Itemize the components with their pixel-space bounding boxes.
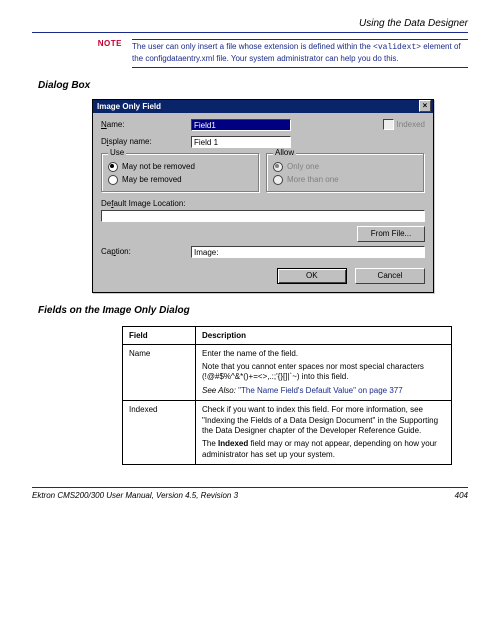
default-image-label: Default Image Location: <box>101 199 425 208</box>
section-dialog-box: Dialog Box <box>38 80 468 91</box>
name-input[interactable]: Field1 <box>191 119 291 131</box>
image-only-field-dialog: Image Only Field × Name: Field1 Indexed … <box>92 99 434 293</box>
caption-label: Caption: <box>101 247 191 256</box>
fields-table: Field Description Name Enter the name of… <box>122 326 452 466</box>
page-header: Using the Data Designer <box>32 18 468 29</box>
default-image-input[interactable] <box>101 210 425 222</box>
indexed-label: Indexed <box>397 120 425 129</box>
table-row: Name Enter the name of the field. Note t… <box>123 344 452 401</box>
allow-opt-more[interactable]: More than one <box>273 175 418 185</box>
caption-input[interactable]: Image: <box>191 246 425 258</box>
note-text: The user can only insert a file whose ex… <box>132 39 468 68</box>
allow-opt-only-one[interactable]: Only one <box>273 162 418 172</box>
name-label: Name: <box>101 120 191 129</box>
allow-legend: Allow <box>273 148 296 157</box>
indexed-checkbox[interactable] <box>383 119 394 130</box>
note-code: <validext> <box>373 43 421 52</box>
from-file-button[interactable]: From File... <box>357 226 425 242</box>
close-icon[interactable]: × <box>419 100 431 112</box>
use-group: Use May not be removed May be removed <box>101 153 260 193</box>
note-label: NOTE <box>32 39 132 48</box>
th-description: Description <box>196 326 452 344</box>
dialog-titlebar[interactable]: Image Only Field × <box>93 100 433 113</box>
cell-desc-name: Enter the name of the field. Note that y… <box>196 344 452 401</box>
allow-group: Allow Only one More than one <box>266 153 425 193</box>
see-also-link[interactable]: "The Name Field's Default Value" on page… <box>238 386 403 395</box>
cell-desc-indexed: Check if you want to index this field. F… <box>196 401 452 465</box>
note-text-before: The user can only insert a file whose ex… <box>132 42 373 51</box>
header-rule <box>32 32 468 33</box>
display-name-input[interactable]: Field 1 <box>191 136 291 148</box>
table-row: Indexed Check if you want to index this … <box>123 401 452 465</box>
footer-rule <box>32 487 468 488</box>
display-name-label: Display name: <box>101 137 191 146</box>
use-opt-not-removed[interactable]: May not be removed <box>108 162 253 172</box>
cancel-button[interactable]: Cancel <box>355 268 425 284</box>
cell-field-name: Name <box>123 344 196 401</box>
dialog-title: Image Only Field <box>97 102 161 111</box>
note-block: NOTE The user can only insert a file who… <box>32 39 468 68</box>
cell-field-indexed: Indexed <box>123 401 196 465</box>
use-opt-removed[interactable]: May be removed <box>108 175 253 185</box>
use-legend: Use <box>108 148 126 157</box>
th-field: Field <box>123 326 196 344</box>
see-also-label: See Also: <box>202 386 238 395</box>
footer-page-number: 404 <box>455 491 468 500</box>
ok-button[interactable]: OK <box>277 268 347 284</box>
footer-left: Ektron CMS200/300 User Manual, Version 4… <box>32 491 238 500</box>
section-fields-dialog: Fields on the Image Only Dialog <box>38 305 468 316</box>
